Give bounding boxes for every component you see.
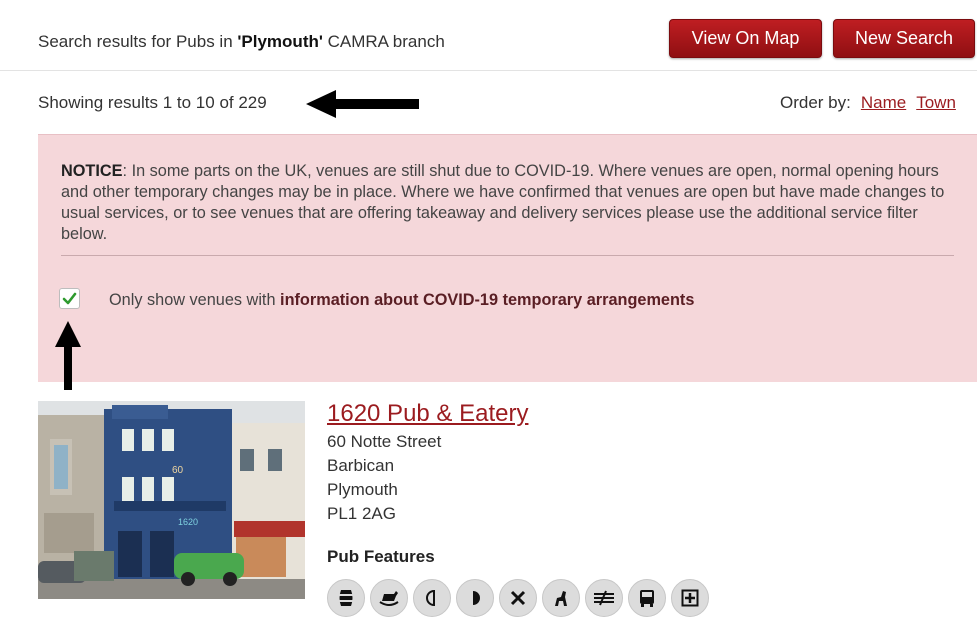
half-moon-left-icon[interactable] [413, 579, 451, 617]
checkmark-icon [62, 292, 77, 305]
address-line-street: 60 Notte Street [327, 432, 442, 451]
venue-name-link[interactable]: 1620 Pub & Eatery [327, 400, 528, 428]
covid-filter-checkbox[interactable] [59, 288, 80, 309]
summary-place: 'Plymouth' [237, 32, 323, 51]
covid-filter-label[interactable]: Only show venues with information about … [109, 289, 709, 312]
order-by: Order by: Name Town [780, 93, 956, 113]
search-summary: Search results for Pubs in 'Plymouth' CA… [38, 32, 445, 52]
filter-label-bold: information about COVID-19 temporary arr… [280, 291, 695, 309]
address-line-area: Barbican [327, 456, 395, 475]
order-by-name-link[interactable]: Name [861, 93, 906, 112]
barrel-icon[interactable] [327, 579, 365, 617]
summary-prefix: Search results for Pubs in [38, 32, 238, 51]
notice-label: NOTICE [61, 162, 123, 180]
rocking-horse-icon[interactable] [370, 579, 408, 617]
results-count: Showing results 1 to 10 of 229 [38, 93, 267, 112]
address-line-postcode: PL1 2AG [327, 504, 396, 523]
address-line-town: Plymouth [327, 480, 398, 499]
covid-notice: NOTICE: In some parts on the UK, venues … [38, 134, 977, 382]
pub-features-icons [327, 579, 709, 617]
plus-box-icon[interactable] [671, 579, 709, 617]
pub-building-image: 60 1620 [38, 401, 305, 599]
up-arrow-annotation [55, 321, 81, 390]
notice-text: NOTICE: In some parts on the UK, venues … [61, 161, 961, 245]
new-search-button[interactable]: New Search [833, 19, 975, 58]
bus-icon[interactable] [628, 579, 666, 617]
cross-icon[interactable] [499, 579, 537, 617]
results-header: Search results for Pubs in 'Plymouth' CA… [0, 0, 977, 71]
order-by-label: Order by: [780, 93, 851, 112]
pub-features-heading: Pub Features [327, 547, 435, 566]
notice-body: : In some parts on the UK, venues are st… [61, 162, 945, 243]
order-by-town-link[interactable]: Town [916, 93, 956, 112]
filter-label-prefix: Only show venues with [109, 291, 281, 309]
photo-number-60: 60 [172, 465, 184, 476]
left-arrow-annotation [306, 90, 419, 118]
venue-photo[interactable]: 60 1620 [38, 401, 305, 599]
photo-sign-1620: 1620 [178, 517, 198, 527]
notice-divider [61, 255, 954, 256]
train-icon[interactable] [585, 579, 623, 617]
summary-suffix: CAMRA branch [322, 32, 445, 51]
dog-icon[interactable] [542, 579, 580, 617]
half-moon-right-icon[interactable] [456, 579, 494, 617]
view-on-map-button[interactable]: View On Map [669, 19, 822, 58]
